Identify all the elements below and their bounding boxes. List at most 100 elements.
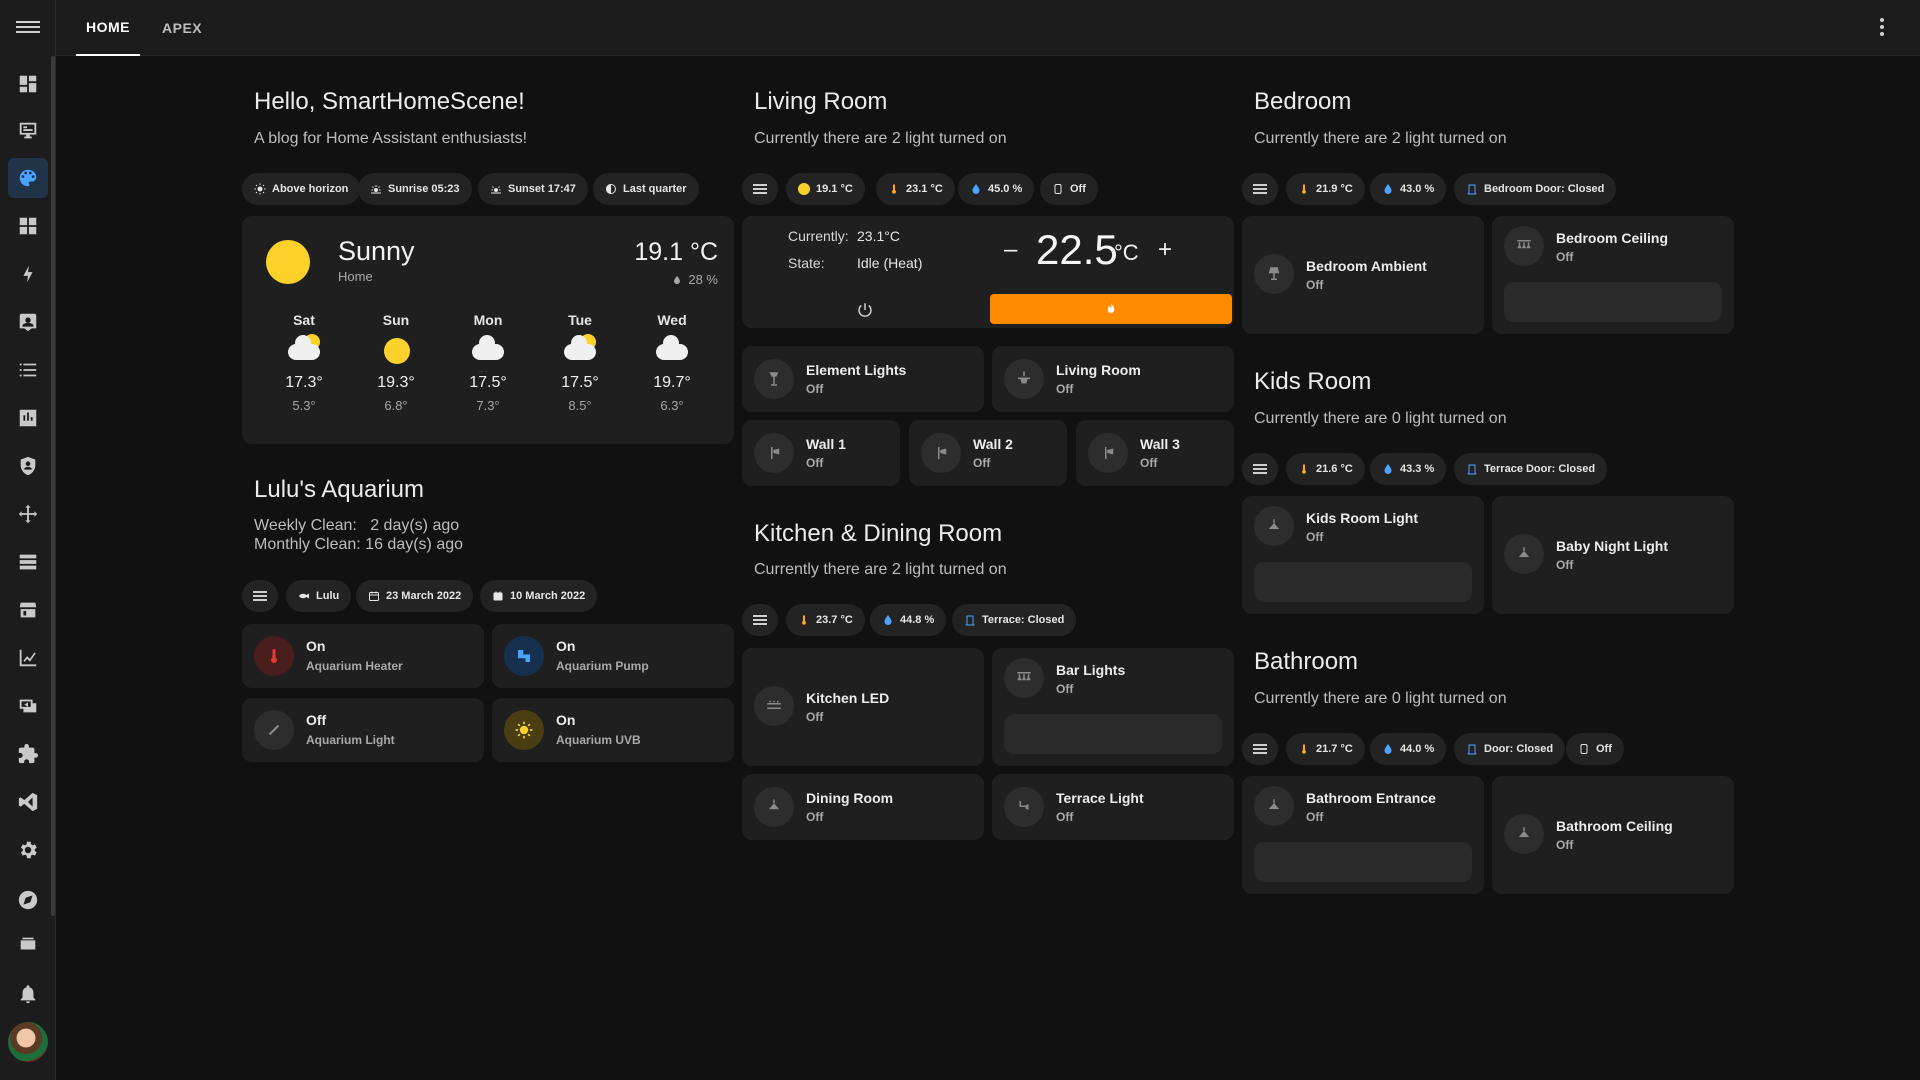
chip-sun-state[interactable]: Above horizon	[242, 173, 361, 205]
floor-lamp-icon	[754, 359, 794, 399]
settings-icon[interactable]	[8, 830, 48, 870]
bedroom-ceiling-tile[interactable]: Bedroom Ceiling Off	[1492, 216, 1734, 334]
chip-weekly-date[interactable]: 23 March 2022	[356, 580, 474, 612]
chip-sunrise[interactable]: Sunrise 05:23	[358, 173, 472, 205]
avatar[interactable]	[8, 1022, 48, 1062]
kids-room-light-tile[interactable]: Kids Room Light Off	[1242, 496, 1484, 614]
chip-temperature[interactable]: 23.1 °C	[876, 173, 955, 205]
thermostat-state-label: State:	[788, 255, 825, 271]
tab-home[interactable]: HOME	[76, 0, 140, 56]
wall-2-tile[interactable]: Wall 2 Off	[909, 420, 1067, 486]
bell-icon[interactable]	[8, 974, 48, 1014]
brightness-slider[interactable]	[1004, 714, 1222, 754]
media-icon[interactable]	[8, 686, 48, 726]
monitor-icon[interactable]	[8, 111, 48, 151]
chip-humidity[interactable]: 43.3 %	[1370, 453, 1447, 485]
chip-humidity[interactable]: 45.0 %	[958, 173, 1035, 205]
dining-room-tile[interactable]: Dining Room Off	[742, 774, 984, 840]
water-icon	[1384, 464, 1392, 474]
heat-mode-button[interactable]	[990, 294, 1232, 324]
chip-temperature[interactable]: 21.7 °C	[1286, 733, 1365, 765]
sidebar-scrollbar[interactable]	[51, 56, 55, 916]
chip-temperature[interactable]: 21.6 °C	[1286, 453, 1365, 485]
outdoor-lamp-icon	[1004, 787, 1044, 827]
chip-moon-phase[interactable]: Last quarter	[593, 173, 699, 205]
kitchen-led-tile[interactable]: Kitchen LED Off	[742, 648, 984, 766]
wall-3-tile[interactable]: Wall 3 Off	[1076, 420, 1234, 486]
chip-label: Terrace Door: Closed	[1484, 463, 1596, 475]
bedroom-ambient-tile[interactable]: Bedroom Ambient Off	[1242, 216, 1484, 334]
ceiling-light-multiple-icon	[1504, 226, 1544, 266]
bathroom-ceiling-tile[interactable]: Bathroom Ceiling Off	[1492, 776, 1734, 894]
element-lights-tile[interactable]: Element Lights Off	[742, 346, 984, 412]
ceiling-light-icon	[1254, 506, 1294, 546]
history-icon[interactable]	[8, 638, 48, 678]
bathroom-menu-chip[interactable]	[1242, 733, 1278, 765]
aquarium-pump-tile[interactable]: On Aquarium Pump	[492, 624, 734, 688]
increase-temp-button[interactable]: +	[1158, 236, 1172, 264]
store-icon[interactable]	[8, 928, 48, 960]
aquarium-heater-tile[interactable]: On Aquarium Heater	[242, 624, 484, 688]
chip-lulu[interactable]: Lulu	[286, 580, 352, 612]
water-icon	[972, 184, 980, 194]
chip-terrace-door[interactable]: Terrace Door: Closed	[1454, 453, 1608, 485]
chip-temperature[interactable]: 23.7 °C	[786, 604, 865, 636]
chip-outdoor-temp[interactable]: 19.1 °C	[786, 173, 865, 205]
bedroom-menu-chip[interactable]	[1242, 173, 1278, 205]
compass-icon[interactable]	[8, 880, 48, 920]
palette-icon[interactable]	[8, 158, 48, 198]
door-closed-icon	[1467, 184, 1477, 195]
brightness-slider[interactable]	[1254, 842, 1472, 882]
account-box-icon[interactable]	[8, 302, 48, 342]
chip-temperature[interactable]: 21.9 °C	[1286, 173, 1365, 205]
chip-bedroom-door[interactable]: Bedroom Door: Closed	[1454, 173, 1617, 205]
shield-icon[interactable]	[8, 446, 48, 486]
dashboard-icon[interactable]	[8, 64, 48, 104]
brightness-slider[interactable]	[1254, 562, 1472, 602]
energy-icon[interactable]	[8, 254, 48, 294]
bathroom-entrance-tile[interactable]: Bathroom Entrance Off	[1242, 776, 1484, 894]
chart-icon[interactable]	[8, 398, 48, 438]
power-off-button[interactable]	[742, 292, 988, 328]
forecast-low: 7.3°	[476, 398, 500, 413]
chip-humidity[interactable]: 44.0 %	[1370, 733, 1447, 765]
kitchen-menu-chip[interactable]	[742, 604, 778, 636]
chip-bathroom-door[interactable]: Door: Closed	[1454, 733, 1566, 765]
chip-device-state[interactable]: Off	[1566, 733, 1624, 765]
server-icon[interactable]	[8, 542, 48, 582]
wall-1-tile[interactable]: Wall 1 Off	[742, 420, 900, 486]
thermostat-card[interactable]: Currently: 23.1°C State: Idle (Heat) – 2…	[742, 216, 1234, 328]
living-room-light-tile[interactable]: Living Room Off	[992, 346, 1234, 412]
list-icon[interactable]	[8, 350, 48, 390]
aquarium-uvb-tile[interactable]: On Aquarium UVB	[492, 698, 734, 762]
living-room-menu-chip[interactable]	[742, 173, 778, 205]
terrace-light-tile[interactable]: Terrace Light Off	[992, 774, 1234, 840]
brightness-slider[interactable]	[1504, 282, 1722, 322]
light-tube-icon	[254, 710, 294, 750]
tile-name: Bedroom Ambient	[1306, 258, 1427, 274]
vscode-icon[interactable]	[8, 782, 48, 822]
network-icon[interactable]	[8, 494, 48, 534]
grid-icon[interactable]	[8, 206, 48, 246]
weather-card[interactable]: Sunny Home 19.1 °C 28 % Sat 17.3° 5.3° S…	[242, 216, 734, 444]
kids-room-menu-chip[interactable]	[1242, 453, 1278, 485]
rainy-icon: ׅ ׅ ׅ	[468, 334, 508, 372]
baby-night-light-tile[interactable]: Baby Night Light Off	[1492, 496, 1734, 614]
tile-name: Bathroom Ceiling	[1556, 818, 1673, 834]
puzzle-icon[interactable]	[8, 734, 48, 774]
hacs-icon[interactable]	[8, 590, 48, 630]
decrease-temp-button[interactable]: –	[1004, 236, 1017, 264]
chip-device-state[interactable]: Off	[1040, 173, 1098, 205]
bar-lights-tile[interactable]: Bar Lights Off	[992, 648, 1234, 766]
tab-apex[interactable]: APEX	[154, 0, 210, 56]
chip-humidity[interactable]: 44.8 %	[870, 604, 947, 636]
chip-humidity[interactable]: 43.0 %	[1370, 173, 1447, 205]
thermometer-icon	[1302, 184, 1306, 194]
chip-monthly-date[interactable]: 10 March 2022	[480, 580, 598, 612]
chip-sunset[interactable]: Sunset 17:47	[478, 173, 588, 205]
menu-icon[interactable]	[16, 18, 40, 38]
more-options-icon[interactable]	[1880, 18, 1884, 39]
aquarium-menu-chip[interactable]	[242, 580, 278, 612]
aquarium-light-tile[interactable]: Off Aquarium Light	[242, 698, 484, 762]
chip-terrace-door[interactable]: Terrace: Closed	[952, 604, 1077, 636]
